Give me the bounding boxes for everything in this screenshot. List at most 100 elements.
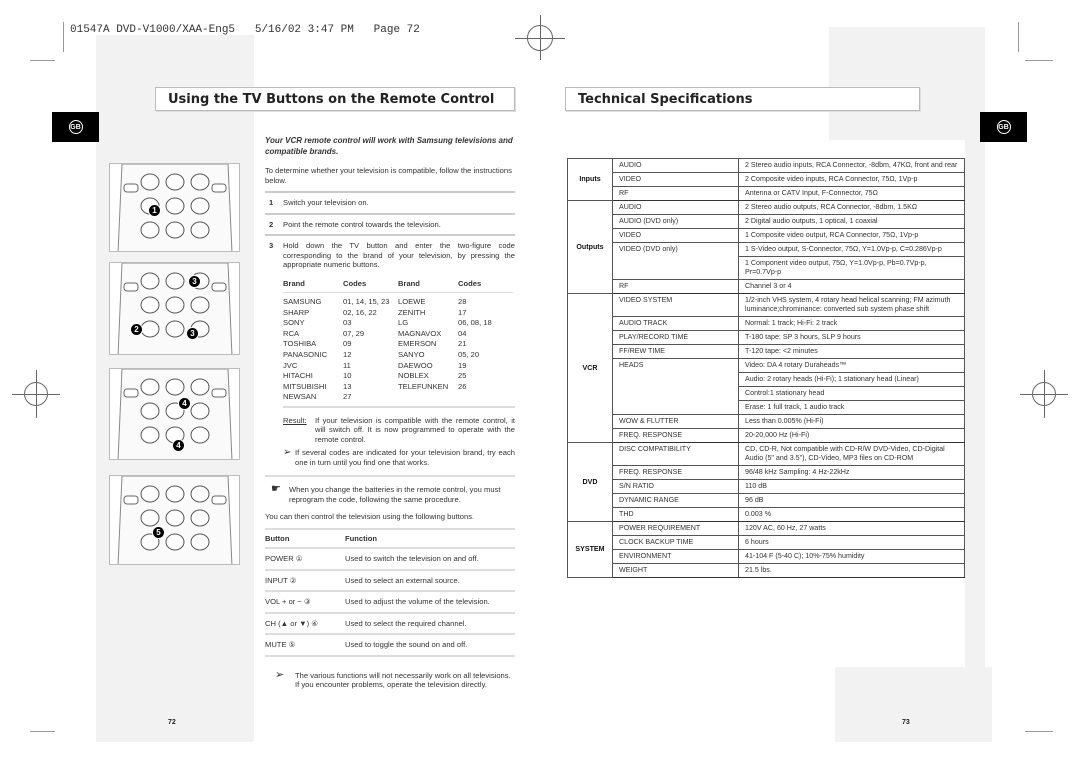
right-bottom-panel xyxy=(835,667,992,742)
callout-badge: 1 xyxy=(148,204,161,217)
crop-mark xyxy=(1018,22,1019,52)
brand-code: 03 xyxy=(343,318,352,328)
button-function: Used to adjust the volume of the televis… xyxy=(345,591,515,614)
brand-code: 21 xyxy=(458,339,467,349)
brand-row: SHARP 02, 16, 22 ZENITH 17 xyxy=(283,308,513,319)
spec-row: AUDIO TRACK Normal: 1 track; Hi-Fi: 2 tra… xyxy=(568,316,965,331)
registration-mark xyxy=(12,394,60,395)
spec-item: ENVIRONMENT xyxy=(612,549,739,564)
spec-value: 21.5 lbs. xyxy=(738,563,965,578)
spec-value: 2 Stereo audio outputs, RCA Connector, -… xyxy=(738,200,965,215)
callout-number: 5 xyxy=(156,528,161,537)
spec-row: SYSTEM POWER REQUIREMENT 120V AC, 60 Hz, 2… xyxy=(567,521,965,578)
callout-badge: 4 xyxy=(178,397,191,410)
spec-value: T-180 tape: SP 3 hours, SLP 9 hours xyxy=(738,330,965,345)
brand-name xyxy=(398,392,458,403)
callout-badge: 2 xyxy=(130,323,143,336)
spec-group: Inputs xyxy=(567,158,613,201)
brand-code: 07, 29 xyxy=(343,328,365,338)
brand-code: 28 xyxy=(458,297,467,306)
spec-row: DYNAMIC RANGE 96 dB xyxy=(568,493,965,508)
spec-row: ENVIRONMENT 41-104 F (5-40 C); 10%-75% hu… xyxy=(568,549,965,564)
function-row: MUTE ⑤ Used to toggle the sound on and of… xyxy=(265,634,515,657)
step-number: 2 xyxy=(269,219,274,229)
spec-value: 1 Component video output, 75Ω, Y=1.0Vp-p… xyxy=(738,256,965,280)
spec-row: Inputs AUDIO 2 Stereo audio inputs, RCA Co… xyxy=(567,158,965,201)
spec-value: Video: DA 4 rotary Duraheads™ xyxy=(738,358,965,373)
callout-number: 4 xyxy=(176,441,181,450)
gb-label: GB xyxy=(996,120,1011,134)
tip-text-2: The various functions will not necessari… xyxy=(295,670,511,690)
brand-row: MITSUBISHI 13 TELEFUNKEN 26 xyxy=(283,382,513,393)
brand-name: RCA xyxy=(283,328,300,338)
button-name: VOL + or − ③ xyxy=(265,591,345,614)
step-2: 2 Point the remote control towards the te… xyxy=(265,212,515,235)
spec-table: Inputs AUDIO 2 Stereo audio inputs, RCA Co… xyxy=(567,158,965,578)
brand-code: 09 xyxy=(343,339,352,349)
spec-value: 96 dB xyxy=(738,493,965,508)
tip-text: If several codes are indicated for your … xyxy=(295,448,515,467)
remote-illustration: 5 xyxy=(109,475,240,567)
brand-code: 01, 14, 15, 23 xyxy=(343,297,390,306)
spec-value: 96/48 kHz Sampling: 4 Hz-22kHz xyxy=(738,465,965,480)
brand-row: TOSHIBA 09 EMERSON 21 xyxy=(283,339,513,350)
spec-value: Erase: 1 full track, 1 audio track xyxy=(738,400,965,415)
crop-mark xyxy=(30,731,55,732)
lead-text: To determine whether your television is … xyxy=(265,166,512,185)
brand-header: Codes xyxy=(343,276,398,293)
brand-name: PANASONIC xyxy=(283,349,328,359)
brand-code: 27 xyxy=(343,392,352,402)
spec-item: HEADS xyxy=(612,358,739,415)
arrow-icon: ➢ xyxy=(283,447,292,459)
brand-row: PANASONIC 12 SANYO 05, 20 xyxy=(283,350,513,361)
step-text: Point the remote control towards the tel… xyxy=(283,219,441,229)
intro-text: Your VCR remote control will work with S… xyxy=(265,136,513,156)
function-header: Function xyxy=(345,527,515,550)
function-header: Button xyxy=(265,527,345,550)
step-number: 1 xyxy=(269,198,274,207)
brand-name: LG xyxy=(398,318,409,328)
function-row: CH (▲ or ▼) ④ Used to select the required… xyxy=(265,612,515,636)
brand-name: HITACHI xyxy=(283,371,313,381)
left-content: Your VCR remote control will work with S… xyxy=(265,136,515,690)
brand-header: Brand xyxy=(283,276,343,293)
tip-block: ➢ If several codes are indicated for you… xyxy=(283,448,515,467)
brand-name: SAMSUNG xyxy=(283,297,322,306)
spec-row: WEIGHT 21.5 lbs. xyxy=(568,563,965,578)
brand-name: JVC xyxy=(283,360,298,370)
brand-row: RCA 07, 29 MAGNAVOX 04 xyxy=(283,329,513,340)
brand-row: JVC 11 DAEWOO 19 xyxy=(283,361,513,372)
result-text: If your television is compatible with th… xyxy=(315,415,515,444)
right-side-strip xyxy=(965,140,985,667)
brand-name: SONY xyxy=(283,318,305,328)
step-3: 3 Hold down the TV button and enter the t… xyxy=(265,234,515,275)
brand-header: Brand xyxy=(398,276,458,293)
button-name: INPUT ② xyxy=(265,569,345,593)
brand-name: TELEFUNKEN xyxy=(398,381,449,391)
spec-item: RF xyxy=(612,186,739,201)
brand-name: TOSHIBA xyxy=(283,339,317,349)
spec-item: AUDIO (DVD only) xyxy=(612,214,739,229)
function-row: INPUT ② Used to select an external source… xyxy=(265,569,515,593)
function-row: POWER ① Used to switch the television on … xyxy=(265,548,515,571)
result-label: Result: xyxy=(283,415,307,425)
spec-row: FREQ. RESPONSE 96/48 kHz Sampling: 4 Hz-2… xyxy=(568,465,965,480)
spec-value: Less than 0.005% (Hi-Fi) xyxy=(738,414,965,429)
registration-mark xyxy=(515,38,565,39)
button-name: MUTE ⑤ xyxy=(265,634,345,657)
step-number: 3 xyxy=(269,241,274,250)
brand-name: NOBLEX xyxy=(398,371,429,381)
spec-value: CD, CD-R, Not compatible with CD-R/W DVD… xyxy=(738,442,965,466)
callout-badge: 4 xyxy=(172,439,185,452)
brand-code: 26 xyxy=(458,381,467,391)
spec-value: Channel 3 or 4 xyxy=(738,279,965,294)
remote-illustration: 1 xyxy=(109,163,240,254)
spec-table-wrap: Inputs AUDIO 2 Stereo audio inputs, RCA Co… xyxy=(567,158,965,578)
brand-code: 05, 20 xyxy=(458,349,480,359)
page-title-right: Technical Specifications xyxy=(565,87,920,111)
spec-group: DVD xyxy=(567,442,613,522)
spec-value: Audio: 2 rotary heads (Hi-Fi); 1 station… xyxy=(738,372,965,387)
spec-item: CLOCK BACKUP TIME xyxy=(612,535,739,550)
spec-value: 2 Stereo audio inputs, RCA Connector, -8… xyxy=(738,158,965,173)
button-function: Used to toggle the sound on and off. xyxy=(345,634,515,657)
